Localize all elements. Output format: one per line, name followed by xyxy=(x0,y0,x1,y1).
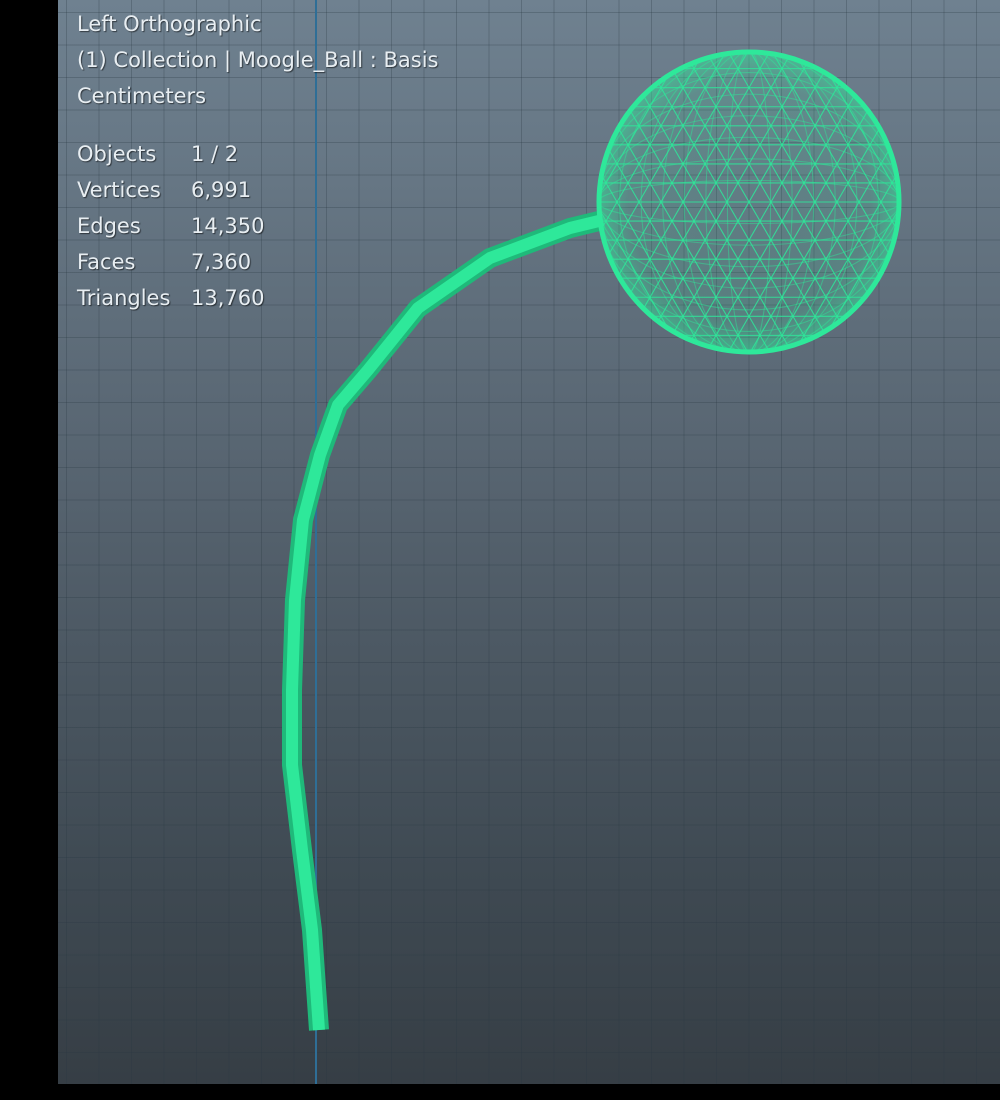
stat-label: Edges xyxy=(77,214,141,238)
stat-label: Vertices xyxy=(77,178,161,202)
viewport-info: Left Orthographic (1) Collection | Moogl… xyxy=(77,6,438,114)
stat-row-edges: Edges 14,350 xyxy=(77,208,264,244)
stat-row-vertices: Vertices 6,991 xyxy=(77,172,264,208)
view-name: Left Orthographic xyxy=(77,12,262,36)
stat-value: 14,350 xyxy=(191,214,265,238)
statistics-overlay: Objects 1 / 2 Vertices 6,991 Edges 14,35… xyxy=(77,136,264,316)
stat-value: 6,991 xyxy=(191,178,252,202)
stat-label: Objects xyxy=(77,142,157,166)
stat-value: 1 / 2 xyxy=(191,142,239,166)
3d-viewport[interactable]: Left Orthographic (1) Collection | Moogl… xyxy=(58,0,1000,1084)
stat-value: 13,760 xyxy=(191,286,265,310)
stat-row-faces: Faces 7,360 xyxy=(77,244,264,280)
stat-row-triangles: Triangles 13,760 xyxy=(77,280,264,316)
stat-label: Triangles xyxy=(77,286,171,310)
stem-object[interactable] xyxy=(282,210,606,1031)
stat-value: 7,360 xyxy=(191,250,252,274)
stat-row-objects: Objects 1 / 2 xyxy=(77,136,264,172)
collection-info: (1) Collection | Moogle_Ball : Basis xyxy=(77,48,439,72)
stat-label: Faces xyxy=(77,250,136,274)
units-label: Centimeters xyxy=(77,84,207,108)
